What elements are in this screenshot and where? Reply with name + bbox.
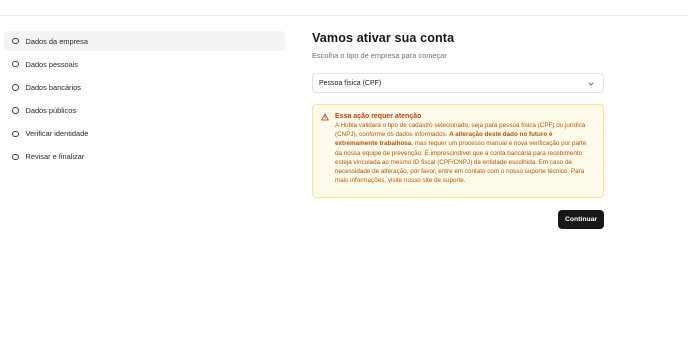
step-circle-icon [12,84,19,91]
top-bar [0,0,688,16]
step-circle-icon [12,107,19,114]
alert-body: A Hubla validará o tipo de cadastro sele… [335,121,595,185]
step-dados-pessoais[interactable]: Dados pessoais [4,54,285,74]
step-label: Dados pessoais [25,59,79,69]
company-type-value: Pessoa física (CPF) [319,79,382,87]
chevron-down-icon [588,82,594,86]
step-circle-icon [12,37,19,45]
attention-alert: Essa ação requer atenção A Hubla validar… [312,104,604,198]
step-label: Dados públicos [25,106,77,116]
alert-title: Essa ação requer atenção [335,113,422,120]
step-revisar-e-finalizar[interactable]: Revisar e finalizar [4,147,285,167]
step-verificar-identidade[interactable]: Verificar identidade [4,124,285,144]
step-dados-da-empresa[interactable]: Dados da empresa [4,31,285,51]
continue-button[interactable]: Continuar [558,210,604,229]
step-label: Dados bancários [25,82,81,92]
company-type-select[interactable]: Pessoa física (CPF) [312,73,604,93]
step-label: Dados da empresa [25,36,88,46]
main-panel: Vamos ativar sua conta Escolha o tipo de… [312,31,604,229]
step-circle-icon [12,60,19,68]
step-circle-icon [12,153,19,161]
warning-triangle-icon [321,113,329,121]
step-circle-icon [12,130,19,137]
step-label: Revisar e finalizar [25,152,85,162]
page-subtitle: Escolha o tipo de empresa para começar [312,51,447,60]
step-label: Verificar identidade [25,129,89,139]
onboarding-steps: Dados da empresa Dados pessoais Dados ba… [4,31,285,170]
page-title: Vamos ativar sua conta [312,31,455,45]
step-dados-publicos[interactable]: Dados públicos [4,101,285,121]
step-dados-bancarios[interactable]: Dados bancários [4,77,285,97]
